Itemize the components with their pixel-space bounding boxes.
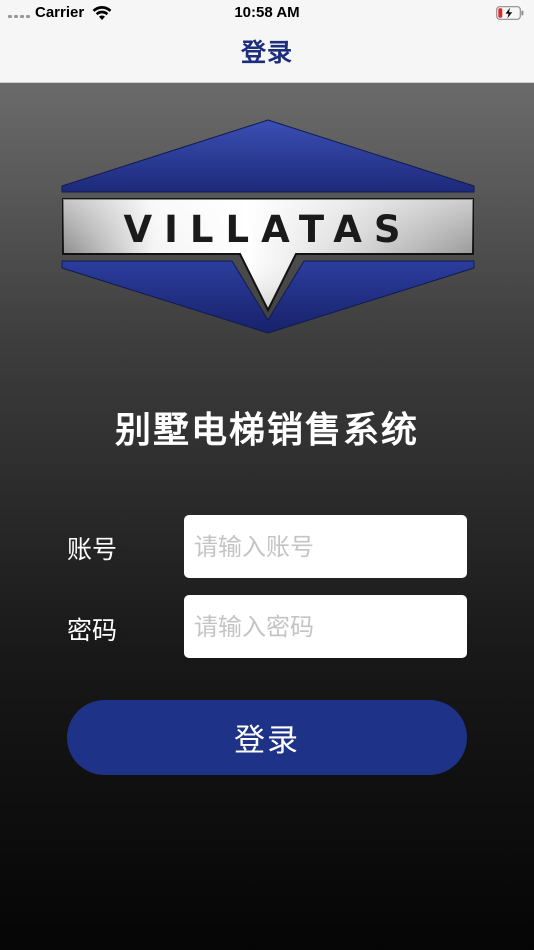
- top-bar: Carrier 10:58 AM 登录: [0, 0, 534, 83]
- password-label: 密码: [67, 616, 118, 645]
- login-screen: Carrier 10:58 AM 登录 VILLATAS 别墅电梯销售系统 账号…: [0, 0, 534, 950]
- password-input[interactable]: [184, 595, 467, 658]
- login-button[interactable]: 登录: [67, 700, 467, 775]
- status-bar: Carrier 10:58 AM: [0, 0, 534, 26]
- account-label: 账号: [67, 535, 118, 564]
- logo-wordmark: VILLATAS: [124, 208, 413, 251]
- app-title: 别墅电梯销售系统: [114, 410, 419, 451]
- nav-title: 登录: [240, 38, 293, 67]
- battery-charging-icon: [496, 6, 524, 20]
- status-time: 10:58 AM: [234, 4, 300, 21]
- login-content: VILLATAS 别墅电梯销售系统 账号 密码 登录: [0, 83, 534, 950]
- villatas-logo: VILLATAS: [61, 119, 475, 334]
- account-input[interactable]: [184, 515, 467, 578]
